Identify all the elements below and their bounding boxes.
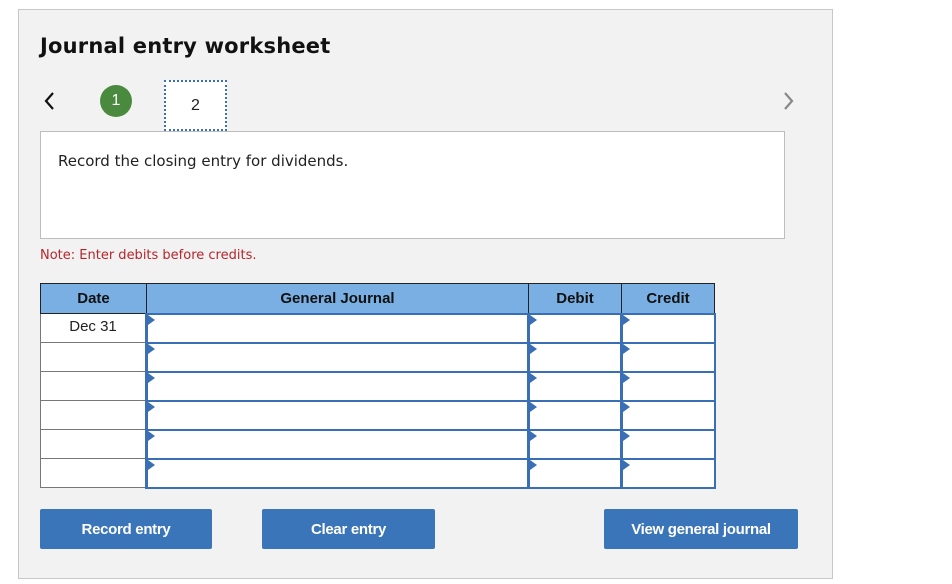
credit-cell bbox=[620, 341, 716, 373]
dropdown-marker-icon bbox=[530, 314, 537, 325]
journal-table: Date General Journal Debit Credit Dec 31 bbox=[40, 283, 716, 489]
credit-input[interactable] bbox=[623, 314, 714, 342]
account-cell bbox=[145, 457, 530, 489]
credit-input[interactable] bbox=[623, 343, 714, 371]
date-text bbox=[41, 430, 145, 434]
dropdown-marker-icon bbox=[530, 430, 537, 441]
account-input[interactable] bbox=[148, 343, 527, 371]
table-header-row: Date General Journal Debit Credit bbox=[40, 283, 715, 314]
header-general-journal: General Journal bbox=[146, 283, 529, 314]
next-button[interactable] bbox=[777, 88, 799, 114]
dropdown-marker-icon bbox=[148, 343, 155, 354]
account-input[interactable] bbox=[148, 372, 527, 400]
dropdown-marker-icon bbox=[530, 343, 537, 354]
credit-input[interactable] bbox=[623, 401, 714, 429]
step-2-label: 2 bbox=[191, 96, 200, 114]
credit-cell bbox=[620, 399, 716, 431]
header-debit: Debit bbox=[528, 283, 622, 314]
debit-input[interactable] bbox=[530, 343, 620, 371]
debit-cell bbox=[527, 341, 623, 373]
debit-cell bbox=[527, 457, 623, 489]
dropdown-marker-icon bbox=[148, 401, 155, 412]
account-cell bbox=[145, 399, 530, 431]
date-text: Dec 31 bbox=[69, 318, 117, 335]
record-entry-button[interactable]: Record entry bbox=[40, 509, 212, 549]
credit-cell bbox=[620, 428, 716, 460]
date-cell: Dec 31 bbox=[40, 313, 147, 343]
chevron-right-icon bbox=[784, 92, 794, 110]
date-cell bbox=[40, 371, 147, 401]
account-input[interactable] bbox=[148, 314, 527, 342]
dropdown-marker-icon bbox=[148, 314, 155, 325]
account-cell bbox=[145, 312, 530, 344]
account-input[interactable] bbox=[148, 401, 527, 429]
dropdown-marker-icon bbox=[623, 430, 630, 441]
account-cell bbox=[145, 370, 530, 402]
dropdown-marker-icon bbox=[148, 372, 155, 383]
credit-input[interactable] bbox=[623, 459, 714, 487]
chevron-left-icon bbox=[44, 92, 54, 110]
view-general-journal-button[interactable]: View general journal bbox=[604, 509, 798, 549]
debit-input[interactable] bbox=[530, 314, 620, 342]
account-input[interactable] bbox=[148, 430, 527, 458]
account-cell bbox=[145, 428, 530, 460]
debit-cell bbox=[527, 428, 623, 460]
prev-button[interactable] bbox=[39, 88, 61, 114]
dropdown-marker-icon bbox=[530, 401, 537, 412]
dropdown-marker-icon bbox=[623, 401, 630, 412]
clear-entry-button[interactable]: Clear entry bbox=[262, 509, 435, 549]
page-title: Journal entry worksheet bbox=[40, 34, 331, 58]
credit-cell bbox=[620, 370, 716, 402]
date-text bbox=[41, 459, 145, 463]
debit-cell bbox=[527, 399, 623, 431]
dropdown-marker-icon bbox=[530, 372, 537, 383]
credit-cell bbox=[620, 312, 716, 344]
date-text bbox=[41, 372, 145, 376]
table-row bbox=[40, 399, 716, 431]
instruction-text: Record the closing entry for dividends. bbox=[58, 152, 349, 170]
credit-input[interactable] bbox=[623, 372, 714, 400]
step-1-label: 1 bbox=[111, 92, 121, 109]
date-text bbox=[41, 401, 145, 405]
header-date: Date bbox=[40, 283, 147, 314]
dropdown-marker-icon bbox=[623, 459, 630, 470]
debit-input[interactable] bbox=[530, 372, 620, 400]
step-1-tab[interactable]: 1 bbox=[100, 85, 132, 117]
table-row bbox=[40, 457, 716, 489]
debit-input[interactable] bbox=[530, 430, 620, 458]
header-credit: Credit bbox=[621, 283, 715, 314]
debit-cell bbox=[527, 312, 623, 344]
table-row bbox=[40, 341, 716, 373]
note-text: Note: Enter debits before credits. bbox=[40, 248, 257, 263]
table-row: Dec 31 bbox=[40, 312, 716, 344]
dropdown-marker-icon bbox=[623, 314, 630, 325]
debit-cell bbox=[527, 370, 623, 402]
credit-input[interactable] bbox=[623, 430, 714, 458]
account-input[interactable] bbox=[148, 459, 527, 487]
step-2-tab[interactable]: 2 bbox=[164, 80, 227, 131]
date-cell bbox=[40, 400, 147, 430]
dropdown-marker-icon bbox=[530, 459, 537, 470]
dropdown-marker-icon bbox=[148, 430, 155, 441]
table-row bbox=[40, 428, 716, 460]
dropdown-marker-icon bbox=[148, 459, 155, 470]
date-text bbox=[41, 343, 145, 347]
credit-cell bbox=[620, 457, 716, 489]
date-cell bbox=[40, 342, 147, 372]
table-row bbox=[40, 370, 716, 402]
date-cell bbox=[40, 458, 147, 488]
instruction-box: Record the closing entry for dividends. bbox=[40, 131, 785, 239]
debit-input[interactable] bbox=[530, 459, 620, 487]
account-cell bbox=[145, 341, 530, 373]
dropdown-marker-icon bbox=[623, 343, 630, 354]
debit-input[interactable] bbox=[530, 401, 620, 429]
dropdown-marker-icon bbox=[623, 372, 630, 383]
worksheet-panel: Journal entry worksheet 1 2 Record the c… bbox=[18, 9, 833, 579]
date-cell bbox=[40, 429, 147, 459]
